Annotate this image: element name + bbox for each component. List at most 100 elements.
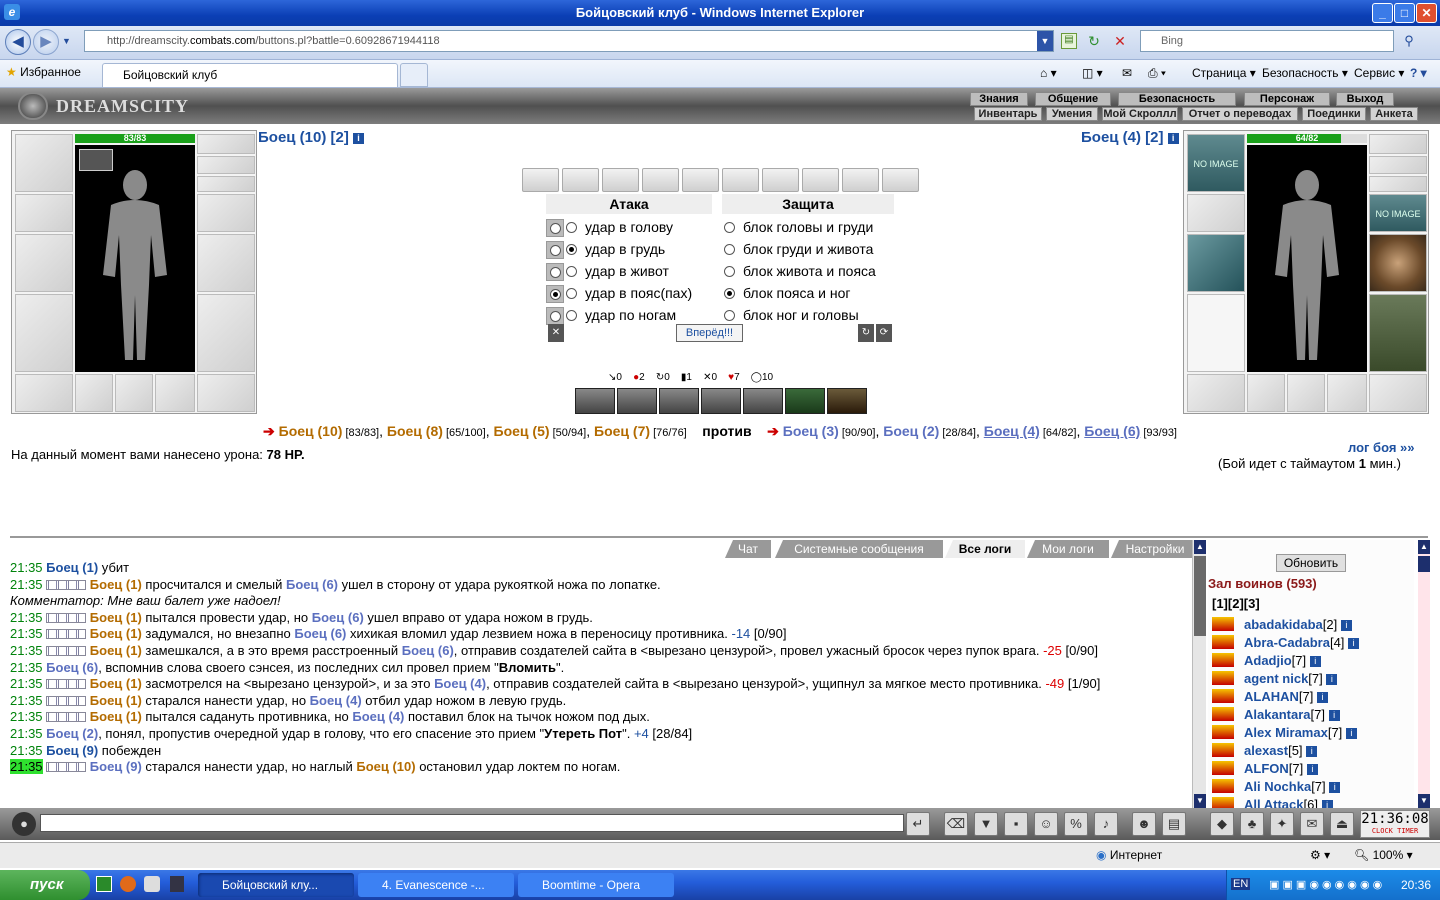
attack-option[interactable]: удар по ногам	[546, 304, 712, 326]
menu-transfer-report[interactable]: Отчет о переводах	[1182, 107, 1298, 121]
auto-battle-icon[interactable]: ⟳	[876, 324, 892, 342]
spell-slot-3[interactable]	[155, 374, 195, 412]
gloves-slot[interactable]: NO IMAGE	[1369, 194, 1427, 232]
user-status-icon[interactable]	[1212, 635, 1234, 649]
armor-slot[interactable]	[1187, 294, 1245, 372]
earrings-slot[interactable]	[1369, 134, 1427, 154]
scroll-slot[interactable]	[762, 168, 799, 192]
history-dropdown-icon[interactable]: ▼	[62, 36, 71, 46]
menu-skills[interactable]: Умения	[1046, 107, 1098, 121]
show-more-icon[interactable]	[170, 876, 184, 892]
user-name[interactable]: ALAHAN	[1244, 689, 1299, 704]
back-button[interactable]: ◀	[5, 29, 31, 55]
user-name[interactable]: agent nick	[1244, 671, 1308, 686]
weapon-slot[interactable]	[1187, 234, 1245, 292]
skill-beast-icon[interactable]	[617, 388, 657, 414]
feeds-icon[interactable]: ◫ ▾	[1082, 66, 1103, 80]
user-status-icon[interactable]	[1212, 671, 1234, 685]
chat-scrollbar[interactable]: ▲ ▼	[1192, 540, 1206, 808]
log-time[interactable]: 21:35	[10, 643, 43, 658]
sound-icon[interactable]: ♪	[1094, 812, 1118, 836]
info-icon[interactable]: i	[1167, 132, 1179, 144]
tab-my-logs[interactable]: Мои логи	[1027, 540, 1109, 558]
help-icon[interactable]: ? ▾	[1410, 66, 1427, 80]
defense-option[interactable]: блок живота и пояса	[724, 260, 894, 282]
log-time[interactable]: 21:35	[10, 726, 43, 741]
user-status-icon[interactable]	[1212, 725, 1234, 739]
info-icon[interactable]: i	[1329, 782, 1341, 794]
legs-slot[interactable]	[1369, 294, 1427, 372]
scroll-slot[interactable]	[602, 168, 639, 192]
attack-radio[interactable]	[566, 266, 577, 277]
zoom-control[interactable]: 🔍︎ 100% ▾	[1354, 848, 1413, 862]
save-icon[interactable]: ▪	[1004, 812, 1028, 836]
tab-all-logs[interactable]: Все логи	[945, 540, 1025, 558]
user-status-icon[interactable]	[1212, 617, 1234, 631]
scroll-slot[interactable]	[802, 168, 839, 192]
compat-view-icon[interactable]: ▤	[1061, 33, 1077, 49]
armor-slot[interactable]	[15, 294, 73, 372]
tools-menu[interactable]: Сервис ▾	[1354, 66, 1404, 80]
spell-slot-1[interactable]	[75, 374, 113, 412]
helmet-slot[interactable]: NO IMAGE	[1187, 134, 1245, 192]
menu-communication[interactable]: Общение	[1035, 92, 1111, 106]
info-icon[interactable]: i	[1306, 746, 1318, 758]
fighter-link[interactable]: Боец (3)	[783, 423, 839, 439]
boots-slot[interactable]	[197, 374, 255, 412]
user-row[interactable]: Ali Nochka[7] i	[1212, 778, 1341, 796]
refresh-button[interactable]: Обновить	[1276, 554, 1346, 572]
user-name[interactable]: Alex Miramax	[1244, 725, 1328, 740]
defense-option[interactable]: блок ног и головы	[724, 304, 894, 326]
helmet-slot[interactable]	[15, 134, 73, 192]
firefox-icon[interactable]	[120, 876, 136, 892]
language-indicator[interactable]: EN	[1231, 878, 1251, 890]
attack-radio[interactable]	[566, 244, 577, 255]
tab-chat[interactable]: Чат	[725, 540, 771, 558]
user-name[interactable]: abadakidaba	[1244, 617, 1323, 632]
stop-icon[interactable]: ✕	[1112, 33, 1128, 49]
quicklaunch-icon[interactable]	[96, 876, 112, 892]
scroll-slot[interactable]	[842, 168, 879, 192]
log-time[interactable]: 21:35	[10, 709, 43, 724]
user-name[interactable]: Abra-Cadabra	[1244, 635, 1330, 650]
forward-button[interactable]: ▶	[33, 29, 59, 55]
shield-slot[interactable]	[1369, 234, 1427, 292]
menu-profile[interactable]: Анкета	[1370, 107, 1418, 121]
bag-icon[interactable]: ◆	[1210, 812, 1234, 836]
log-time[interactable]: 21:35	[10, 676, 43, 691]
attack-option[interactable]: удар в пояс(пах)	[546, 282, 712, 304]
spell-slot-2[interactable]	[1287, 374, 1325, 412]
search-icon[interactable]: ⚲	[1398, 31, 1420, 51]
attack-option[interactable]: удар в грудь	[546, 238, 712, 260]
skill-crowd-icon[interactable]	[785, 388, 825, 414]
fighter-link[interactable]: Боец (2)	[883, 423, 939, 439]
menu-exit[interactable]: Выход	[1336, 92, 1394, 106]
strike-mode-icon[interactable]	[546, 219, 564, 238]
rings-slot[interactable]	[197, 176, 255, 192]
users-scrollbar[interactable]: ▲ ▼	[1418, 540, 1430, 808]
user-status-icon[interactable]	[1212, 779, 1234, 793]
skill-eye-icon[interactable]	[827, 388, 867, 414]
defense-radio[interactable]	[724, 310, 735, 321]
tray-icons[interactable]: ▣ ▣ ▣ ◉ ◉ ◉ ◉ ◉ ◉	[1269, 878, 1382, 891]
attack-radio[interactable]	[566, 288, 577, 299]
weapon-slot[interactable]	[15, 234, 73, 292]
skill-shield-icon[interactable]	[575, 388, 615, 414]
favorites-button[interactable]: ★ Избранное	[6, 65, 81, 79]
info-icon[interactable]: i	[1321, 800, 1333, 808]
filter-icon[interactable]: ▼	[974, 812, 998, 836]
tab-system[interactable]: Системные сообщения	[775, 540, 943, 558]
log-time[interactable]: 21:35	[10, 577, 43, 592]
info-icon[interactable]: i	[1306, 764, 1318, 776]
scroll-slot[interactable]	[682, 168, 719, 192]
belt-slot[interactable]	[1187, 374, 1245, 412]
mail-icon[interactable]: ✉	[1122, 66, 1132, 80]
legs-slot[interactable]	[197, 294, 255, 372]
bracers-slot[interactable]	[15, 194, 73, 232]
scroll-thumb[interactable]	[1194, 556, 1206, 636]
friends-icon[interactable]: ♣	[1240, 812, 1264, 836]
battle-log-link[interactable]: лог боя »»	[1348, 440, 1415, 455]
scroll-slot[interactable]	[562, 168, 599, 192]
maximize-button[interactable]: □	[1394, 3, 1415, 23]
log-time[interactable]: 21:35	[10, 560, 43, 575]
